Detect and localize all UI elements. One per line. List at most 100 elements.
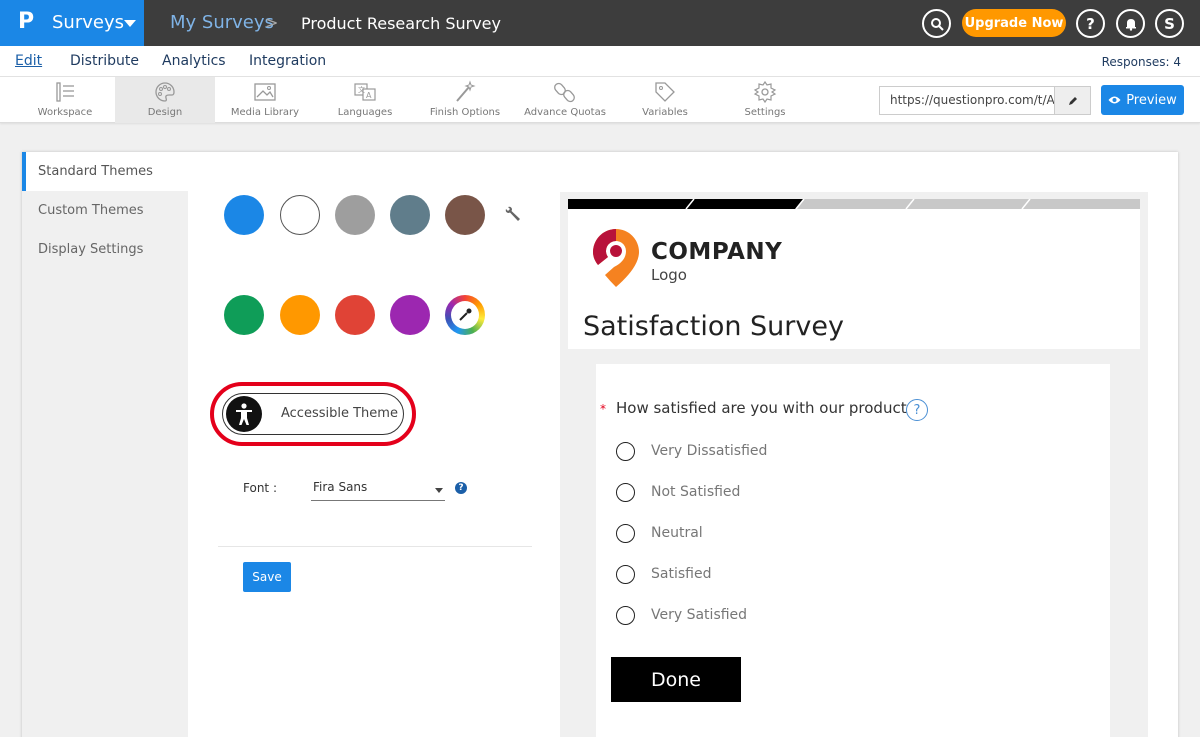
user-avatar[interactable]: S	[1155, 9, 1184, 38]
avatar-initial: S	[1164, 14, 1175, 33]
answer-option-label: Neutral	[651, 525, 703, 541]
chevron-down-icon	[435, 488, 443, 493]
survey-header: COMPANY Logo Satisfaction Survey	[568, 199, 1140, 349]
notifications-button[interactable]	[1116, 9, 1145, 38]
bell-icon	[1125, 18, 1136, 31]
breadcrumb-current-survey: Product Research Survey	[301, 14, 501, 33]
workspace-icon	[56, 82, 74, 102]
palette-icon	[155, 82, 175, 102]
company-logo-subtitle: Logo	[651, 266, 687, 284]
toolbar-label: Variables	[642, 107, 688, 118]
survey-url-field[interactable]: https://questionpro.com/t/AV	[879, 86, 1091, 115]
theme-color-slate[interactable]	[390, 195, 430, 235]
theme-color-brown[interactable]	[445, 195, 485, 235]
responses-count[interactable]: Responses: 4	[1102, 55, 1181, 69]
pencil-icon	[1068, 96, 1077, 105]
sidebar-item-custom-themes[interactable]: Custom Themes	[22, 191, 188, 230]
top-bar: P Surveys My Surveys > Product Research …	[0, 0, 1200, 46]
survey-body: * How satisfied are you with our product…	[596, 364, 1110, 737]
sidebar-item-standard-themes[interactable]: Standard Themes	[22, 152, 188, 191]
answer-option[interactable]: Very Satisfied	[616, 606, 916, 626]
edit-toolbar: Workspace Design Media Library 文A Langua…	[0, 77, 1200, 123]
toolbar-label: Finish Options	[429, 107, 501, 118]
font-label: Font :	[243, 481, 277, 495]
theme-color-purple[interactable]	[390, 295, 430, 335]
design-sidebar: Standard Themes Custom Themes Display Se…	[22, 152, 188, 737]
toolbar-media-library[interactable]: Media Library	[215, 77, 315, 123]
toolbar-finish-options[interactable]: Finish Options	[415, 77, 515, 123]
answer-option-label: Satisfied	[651, 566, 712, 582]
toolbar-workspace[interactable]: Workspace	[15, 77, 115, 123]
answer-option-label: Not Satisfied	[651, 484, 741, 500]
question-text: How satisfied are you with our product	[616, 399, 907, 417]
answer-option[interactable]: Not Satisfied	[616, 483, 916, 503]
chevron-down-icon	[124, 20, 136, 27]
wrench-icon[interactable]	[504, 205, 522, 223]
app-name: Surveys	[52, 12, 124, 33]
gear-icon	[753, 80, 777, 104]
radio-button[interactable]	[616, 483, 635, 502]
answer-option[interactable]: Satisfied	[616, 565, 916, 585]
preview-label: Preview	[1126, 92, 1177, 108]
survey-title: Satisfaction Survey	[583, 311, 844, 342]
company-name: COMPANY	[651, 239, 783, 265]
radio-button[interactable]	[616, 565, 635, 584]
tab-distribute[interactable]: Distribute	[70, 53, 139, 69]
toolbar-settings[interactable]: Settings	[715, 77, 815, 123]
design-panel: Standard Themes Custom Themes Display Se…	[22, 152, 1178, 737]
toolbar-languages[interactable]: 文A Languages	[315, 77, 415, 123]
theme-color-gray[interactable]	[335, 195, 375, 235]
header-stripe	[568, 199, 1140, 209]
save-button[interactable]: Save	[243, 562, 291, 592]
font-select-value: Fira Sans	[313, 480, 368, 494]
toolbar-label: Settings	[744, 107, 786, 118]
theme-color-red[interactable]	[335, 295, 375, 335]
toolbar-design[interactable]: Design	[115, 77, 215, 123]
help-button[interactable]: ?	[1076, 9, 1105, 38]
theme-color-white[interactable]	[280, 195, 320, 235]
answer-option-label: Very Dissatisfied	[651, 443, 768, 459]
accessible-theme-button[interactable]: Accessible Theme	[222, 393, 404, 435]
sidebar-item-display-settings[interactable]: Display Settings	[22, 230, 188, 269]
survey-preview: COMPANY Logo Satisfaction Survey * How s…	[560, 192, 1148, 737]
svg-text:文: 文	[358, 85, 365, 94]
toolbar-variables[interactable]: Variables	[615, 77, 715, 123]
toolbar-advance-quotas[interactable]: Advance Quotas	[515, 77, 615, 123]
theme-color-blue[interactable]	[224, 195, 264, 235]
app-switcher[interactable]: P Surveys	[0, 0, 144, 46]
font-select[interactable]: Fira Sans	[311, 477, 445, 501]
link-icon	[554, 82, 575, 103]
tab-edit[interactable]: Edit	[15, 53, 42, 69]
toolbar-label: Media Library	[230, 107, 300, 118]
answer-option[interactable]: Neutral	[616, 524, 916, 544]
breadcrumb-my-surveys[interactable]: My Surveys	[170, 12, 274, 33]
tab-analytics[interactable]: Analytics	[162, 53, 226, 69]
accessibility-icon	[226, 396, 262, 432]
font-help-icon[interactable]: ?	[455, 482, 467, 494]
picker-center	[451, 301, 479, 329]
radio-button[interactable]	[616, 524, 635, 543]
toolbar-label: Languages	[337, 107, 393, 118]
edit-url-button[interactable]	[1054, 87, 1090, 114]
search-button[interactable]	[922, 9, 951, 38]
help-icon: ?	[1086, 14, 1095, 33]
accessible-theme-highlight: Accessible Theme	[210, 382, 416, 446]
custom-color-picker[interactable]	[445, 295, 485, 335]
preview-button[interactable]: Preview	[1101, 85, 1184, 115]
eye-icon	[1108, 96, 1121, 104]
question-help-icon[interactable]: ?	[906, 399, 928, 421]
breadcrumb-separator: >	[265, 13, 279, 32]
theme-color-green[interactable]	[224, 295, 264, 335]
radio-button[interactable]	[616, 606, 635, 625]
radio-button[interactable]	[616, 442, 635, 461]
app-logo: P	[18, 9, 35, 34]
upgrade-now-button[interactable]: Upgrade Now	[962, 9, 1066, 37]
answer-option[interactable]: Very Dissatisfied	[616, 442, 916, 462]
image-icon	[254, 83, 276, 101]
company-logo-icon	[593, 229, 639, 287]
done-button[interactable]: Done	[611, 657, 741, 702]
survey-url-text[interactable]: https://questionpro.com/t/AV	[890, 93, 1055, 107]
required-mark: *	[600, 402, 606, 416]
theme-color-orange[interactable]	[280, 295, 320, 335]
tab-integration[interactable]: Integration	[249, 53, 326, 69]
